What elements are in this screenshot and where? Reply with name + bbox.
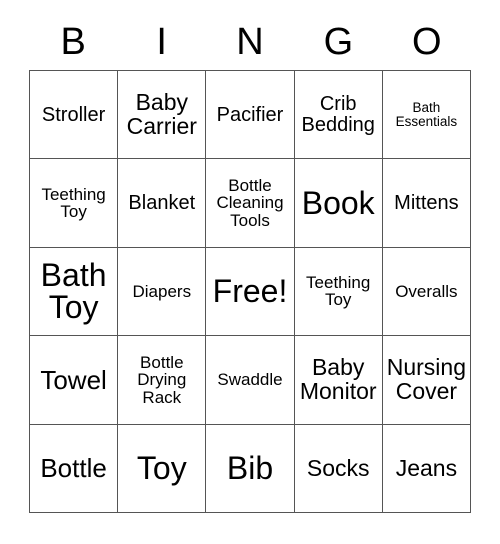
bingo-cell[interactable]: Bottle Drying Rack bbox=[118, 336, 207, 425]
bingo-cell-label: Bottle Drying Rack bbox=[137, 352, 187, 407]
bingo-cell[interactable]: Crib Bedding bbox=[294, 71, 383, 160]
bingo-cell-label: Jeans bbox=[395, 454, 458, 481]
bingo-cell[interactable]: Bath Toy bbox=[30, 247, 119, 337]
bingo-cell[interactable]: Baby Monitor bbox=[294, 336, 383, 425]
bingo-cell-label: Socks bbox=[306, 454, 370, 481]
bingo-cell[interactable]: Teething Toy bbox=[30, 159, 119, 248]
bingo-cell[interactable]: Teething Toy bbox=[294, 247, 383, 337]
bingo-cell[interactable]: Bib bbox=[206, 424, 295, 513]
bingo-cell[interactable]: Mittens bbox=[382, 159, 471, 248]
bingo-cell-label: Blanket bbox=[128, 191, 196, 214]
bingo-cell[interactable]: Bath Essentials bbox=[382, 71, 471, 160]
bingo-cell-label: Diapers bbox=[132, 281, 192, 301]
bingo-cell-label: Teething Toy bbox=[306, 273, 371, 310]
bingo-cell-label: Stroller bbox=[41, 103, 106, 126]
bingo-cell-label: Teething Toy bbox=[41, 184, 106, 222]
bingo-cell-label: Baby Carrier bbox=[126, 89, 197, 139]
bingo-cell[interactable]: Nursing Cover bbox=[382, 336, 471, 425]
bingo-cell-label: Towel bbox=[40, 364, 107, 395]
bingo-cell-label: Overalls bbox=[395, 281, 458, 301]
bingo-cell-label: Book bbox=[301, 184, 375, 221]
bingo-cell-label: Baby Monitor bbox=[299, 354, 377, 404]
bingo-cell[interactable]: Stroller bbox=[30, 71, 119, 160]
bingo-header-letter-b: B bbox=[60, 21, 86, 63]
bingo-cell-label: Bottle Cleaning Tools bbox=[216, 176, 284, 230]
bingo-cell-label: Bib bbox=[226, 449, 274, 486]
bingo-cell-label: Crib Bedding bbox=[301, 93, 375, 136]
bingo-cell[interactable]: Bottle Cleaning Tools bbox=[206, 159, 295, 248]
bingo-cell[interactable]: Socks bbox=[294, 424, 383, 513]
bingo-cell[interactable]: Book bbox=[294, 159, 383, 248]
bingo-cell-label: Pacifier bbox=[216, 103, 284, 126]
bingo-cell-label: Toy bbox=[136, 449, 187, 486]
bingo-cell-label: Bath Essentials bbox=[395, 99, 458, 129]
bingo-header-letter-g: G bbox=[323, 21, 354, 63]
bingo-cell-label: Mittens bbox=[394, 191, 459, 214]
bingo-cell[interactable]: Towel bbox=[30, 336, 119, 425]
bingo-cell-label: Swaddle bbox=[217, 370, 283, 390]
bingo-cell-label: Nursing Cover bbox=[386, 354, 467, 404]
bingo-header-letter-n: N bbox=[236, 21, 264, 63]
bingo-cell-free[interactable]: Free! bbox=[206, 247, 295, 337]
bingo-cell[interactable]: Pacifier bbox=[206, 71, 295, 160]
bingo-cell[interactable]: Jeans bbox=[382, 424, 471, 513]
bingo-cell[interactable]: Toy bbox=[118, 424, 207, 513]
bingo-card: B I N G O Stroller Baby Carrier Pacifier Crib B… bbox=[0, 0, 500, 544]
bingo-cell[interactable]: Overalls bbox=[382, 247, 471, 337]
bingo-cell[interactable]: Diapers bbox=[118, 247, 207, 337]
bingo-header-letter-o: O bbox=[412, 21, 442, 63]
bingo-cell[interactable]: Blanket bbox=[118, 159, 207, 248]
bingo-header-letter-i: I bbox=[156, 21, 167, 63]
bingo-cell[interactable]: Baby Carrier bbox=[118, 71, 207, 160]
bingo-grid: Stroller Baby Carrier Pacifier Crib Bedding… bbox=[29, 70, 471, 513]
bingo-cell-label: Free! bbox=[212, 273, 288, 310]
bingo-cell[interactable]: Swaddle bbox=[206, 336, 295, 425]
bingo-cell[interactable]: Bottle bbox=[30, 424, 119, 513]
bingo-cell-label: Bottle bbox=[40, 453, 107, 484]
bingo-cell-label: Bath Toy bbox=[40, 256, 107, 326]
bingo-header-row: BINGO bbox=[29, 14, 471, 70]
